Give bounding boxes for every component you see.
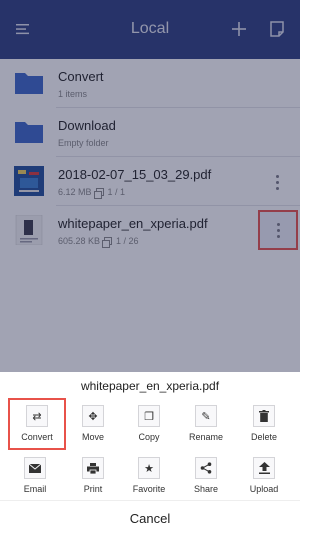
copy-icon: ❐ (138, 405, 160, 427)
favorite-button[interactable]: ★ Favorite (120, 457, 178, 494)
copy-button[interactable]: ❐ Copy (120, 405, 178, 442)
cancel-button[interactable]: Cancel (0, 511, 300, 526)
divider (0, 500, 300, 501)
move-icon: ✥ (82, 405, 104, 427)
delete-button[interactable]: Delete (235, 405, 293, 442)
share-button[interactable]: Share (177, 457, 235, 494)
share-icon (195, 457, 217, 479)
sheet-title: whitepaper_en_xperia.pdf (80, 379, 220, 393)
dim-overlay[interactable] (0, 0, 300, 372)
trash-icon (253, 405, 275, 427)
action-sheet: whitepaper_en_xperia.pdf ⇄ Convert ✥ Mov… (0, 372, 300, 533)
convert-button[interactable]: ⇄ Convert (8, 398, 66, 450)
star-icon: ★ (138, 457, 160, 479)
mail-icon (24, 457, 46, 479)
email-button[interactable]: Email (6, 457, 64, 494)
rename-icon: ✎ (195, 405, 217, 427)
printer-icon (82, 457, 104, 479)
upload-icon (253, 457, 275, 479)
convert-icon: ⇄ (26, 405, 48, 427)
move-button[interactable]: ✥ Move (64, 405, 122, 442)
rename-button[interactable]: ✎ Rename (177, 405, 235, 442)
upload-button[interactable]: Upload (235, 457, 293, 494)
print-button[interactable]: Print (64, 457, 122, 494)
